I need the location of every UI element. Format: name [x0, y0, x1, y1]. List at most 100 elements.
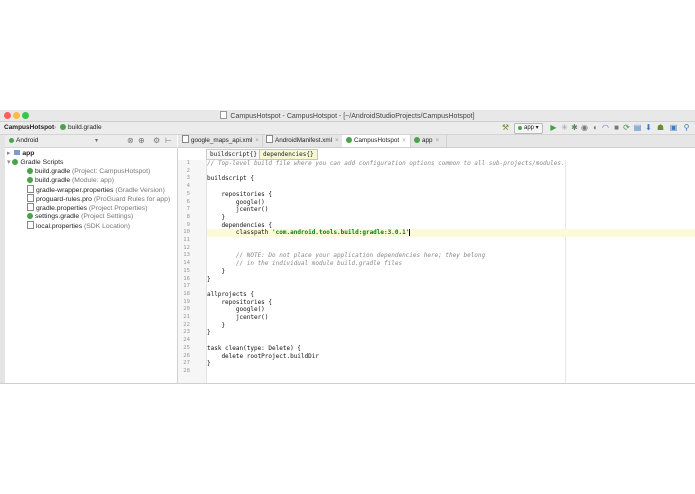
breadcrumb-buildscript[interactable]: buildscript{}	[206, 149, 261, 160]
project-view-mode-select[interactable]: Android	[9, 137, 38, 144]
tree-item-local-properties[interactable]: local.properties (SDK Location)	[27, 221, 130, 230]
gradle-icon	[414, 137, 420, 143]
code-line: allprojects {	[207, 290, 254, 298]
line-number: 17	[183, 283, 190, 290]
tree-item-build-gradle-project[interactable]: build.gradle (Project: CampusHotspot)	[27, 167, 150, 176]
dropdown-chevron-icon[interactable]: ▾	[95, 137, 98, 144]
line-number: 4	[186, 183, 190, 190]
close-tab-icon[interactable]: ×	[436, 137, 440, 144]
tab-label: CampusHotspot	[354, 137, 400, 144]
tree-item-detail: (SDK Location)	[83, 223, 131, 230]
code-line-current: classpath 'com.android.tools.build:gradl…	[207, 229, 411, 237]
code-string: 'com.android.tools.build:gradle:3.0.1'	[272, 229, 410, 237]
run-configuration-select[interactable]: app ▾	[514, 123, 543, 134]
line-number: 18	[183, 290, 190, 297]
code-line: google()	[207, 306, 265, 314]
android-icon	[518, 126, 522, 130]
gradle-icon	[346, 137, 352, 143]
code-editor[interactable]: // Top-level build file where you can ad…	[207, 160, 695, 384]
expand-arrow-icon: ▸	[7, 150, 11, 157]
line-number: 9	[186, 221, 190, 228]
code-line: }	[207, 267, 226, 275]
xml-file-icon	[182, 135, 189, 143]
sync-gradle-icon[interactable]: ⟳	[622, 123, 631, 132]
properties-file-icon	[27, 185, 34, 193]
line-number: 24	[183, 337, 190, 344]
gradle-icon	[60, 124, 66, 130]
line-number: 2	[186, 167, 190, 174]
code-line: // NOTE: Do not place your application d…	[207, 252, 486, 260]
tree-item-label: app	[22, 150, 35, 157]
line-number-gutter: 1 2 3 4 5 6 7 8 9 10 11 12 13 14 15 16 1…	[178, 160, 207, 384]
build-hammer-icon[interactable]: ⚒	[501, 123, 510, 132]
tree-item-app[interactable]: ▸ app	[7, 149, 34, 158]
code-line: repositories {	[207, 190, 273, 198]
profile-icon[interactable]: ◉	[580, 123, 589, 132]
tab-google-maps-api[interactable]: google_maps_api.xml ×	[178, 135, 263, 147]
debug-icon[interactable]: ✱	[570, 123, 579, 132]
line-number: 21	[183, 314, 190, 320]
avd-manager-icon[interactable]: ▤	[633, 123, 642, 132]
line-number: 15	[183, 267, 190, 274]
search-icon[interactable]: ⚲	[682, 123, 691, 132]
stop-icon[interactable]: ■	[612, 123, 621, 132]
android-profiler-icon[interactable]: ☗	[656, 123, 665, 132]
line-number: 27	[183, 360, 190, 367]
run-icon[interactable]: ▶	[549, 123, 558, 132]
tree-item-label: proguard-rules.pro	[36, 196, 92, 203]
tab-android-manifest[interactable]: AndroidManifest.xml ×	[262, 135, 343, 147]
line-number: 1	[186, 160, 190, 166]
project-panel-header: Android ▾ ⊗ ⊕ ⚙ ⊢	[5, 135, 177, 148]
scroll-from-source-icon[interactable]: ⊕	[138, 136, 145, 145]
code-line: delete rootProject.buildDir	[207, 352, 319, 360]
code-line: // Top-level build file where you can ad…	[207, 160, 565, 167]
tree-item-label: settings.gradle	[35, 213, 80, 220]
sdk-manager-icon[interactable]: ⬇	[644, 123, 653, 132]
gradle-icon	[27, 213, 33, 219]
code-line: google()	[207, 198, 265, 206]
close-tab-icon[interactable]: ×	[402, 137, 406, 144]
breadcrumb-dependencies[interactable]: dependencies{}	[259, 149, 318, 160]
profiler-icon[interactable]: ◠	[601, 123, 610, 132]
line-number: 19	[183, 298, 190, 305]
text-file-icon	[27, 194, 34, 202]
code-line: repositories {	[207, 298, 273, 306]
hide-panel-icon[interactable]: ⊢	[165, 136, 172, 145]
breadcrumb-file[interactable]: build.gradle	[60, 124, 102, 131]
tab-label: google_maps_api.xml	[191, 137, 253, 144]
tab-label: app	[422, 137, 433, 144]
code-line: }	[207, 213, 226, 221]
tree-item-label: local.properties	[36, 223, 83, 230]
close-tab-icon[interactable]: ×	[255, 137, 259, 144]
apply-changes-icon[interactable]: ✳	[560, 123, 569, 132]
tree-item-gradle-properties[interactable]: gradle.properties (Project Properties)	[27, 203, 147, 212]
folder-icon	[14, 150, 21, 155]
tab-campushotspot[interactable]: CampusHotspot ×	[342, 135, 411, 147]
line-number: 25	[183, 344, 190, 351]
tree-item-label: build.gradle	[35, 168, 71, 175]
tree-item-detail: (Gradle Version)	[115, 187, 165, 194]
tree-item-detail: (Module: app)	[72, 177, 114, 184]
properties-file-icon	[27, 221, 34, 229]
close-tab-icon[interactable]: ×	[335, 137, 339, 144]
code-line: jcenter()	[207, 314, 269, 321]
gradle-icon	[27, 177, 33, 183]
code-line: // in the individual module build.gradle…	[207, 260, 403, 268]
attach-debugger-icon[interactable]: ◐	[591, 123, 600, 132]
window-title: CampusHotspot - CampusHotspot - [~/Andro…	[0, 111, 695, 120]
project-structure-icon[interactable]: ▣	[669, 123, 678, 132]
gear-icon[interactable]: ⚙	[153, 136, 160, 145]
tree-item-gradle-wrapper[interactable]: gradle-wrapper.properties (Gradle Versio…	[27, 185, 165, 194]
tree-item-build-gradle-module[interactable]: build.gradle (Module: app)	[27, 176, 114, 185]
android-studio-window: CampusHotspot - CampusHotspot - [~/Andro…	[0, 110, 695, 384]
window-title-text: CampusHotspot - CampusHotspot - [~/Andro…	[230, 113, 475, 120]
tree-item-proguard-rules[interactable]: proguard-rules.pro (ProGuard Rules for a…	[27, 194, 170, 203]
tree-item-gradle-scripts[interactable]: ▾ Gradle Scripts	[7, 158, 63, 167]
line-number: 6	[186, 198, 190, 205]
tree-item-settings-gradle[interactable]: settings.gradle (Project Settings)	[27, 212, 133, 221]
breadcrumb-project[interactable]: CampusHotspot	[4, 124, 54, 131]
android-icon	[9, 138, 14, 143]
collapse-all-icon[interactable]: ⊗	[127, 136, 134, 145]
tree-item-detail: (ProGuard Rules for app)	[93, 196, 171, 203]
tab-app[interactable]: app ×	[410, 135, 447, 147]
